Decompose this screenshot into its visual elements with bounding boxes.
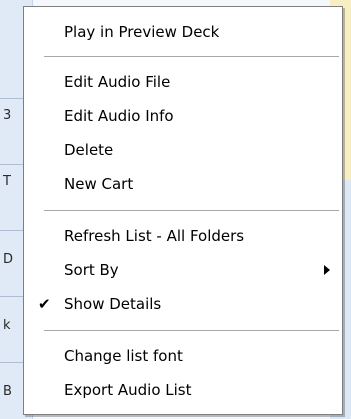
menu-item-label: Refresh List - All Folders [64,227,245,245]
context-menu: Play in Preview Deck Edit Audio File Edi… [23,6,343,415]
list-row-fragment: k [3,318,11,333]
menu-item-show-details[interactable]: ✔ Show Details [24,287,342,321]
menu-item-label: Show Details [64,295,162,313]
menu-separator [44,210,339,211]
menu-item-label: Change list font [64,347,183,365]
menu-item-label: Delete [64,141,114,159]
menu-item-sort-by[interactable]: Sort By [24,253,342,287]
menu-item-label: Play in Preview Deck [64,23,220,41]
menu-separator [44,56,339,57]
menu-item-delete[interactable]: Delete [24,133,342,167]
menu-item-label: New Cart [64,175,134,193]
submenu-arrow-icon [324,265,330,275]
menu-item-play-in-preview-deck[interactable]: Play in Preview Deck [24,15,342,49]
menu-item-new-cart[interactable]: New Cart [24,167,342,201]
menu-item-edit-audio-info[interactable]: Edit Audio Info [24,99,342,133]
list-row-fragment: 3 [3,108,12,123]
list-row-fragment: B [3,384,12,399]
list-row-fragment: D [3,252,14,267]
menu-item-edit-audio-file[interactable]: Edit Audio File [24,65,342,99]
menu-item-export-audio-list[interactable]: Export Audio List [24,373,342,407]
menu-item-label: Export Audio List [64,381,192,399]
list-row-fragment: T [3,174,11,189]
menu-item-label: Edit Audio File [64,73,171,91]
menu-item-refresh-list-all-folders[interactable]: Refresh List - All Folders [24,219,342,253]
menu-item-change-list-font[interactable]: Change list font [24,339,342,373]
menu-item-label: Edit Audio Info [64,107,174,125]
menu-separator [44,330,339,331]
checkmark-icon: ✔ [38,295,51,313]
menu-item-label: Sort By [64,261,119,279]
